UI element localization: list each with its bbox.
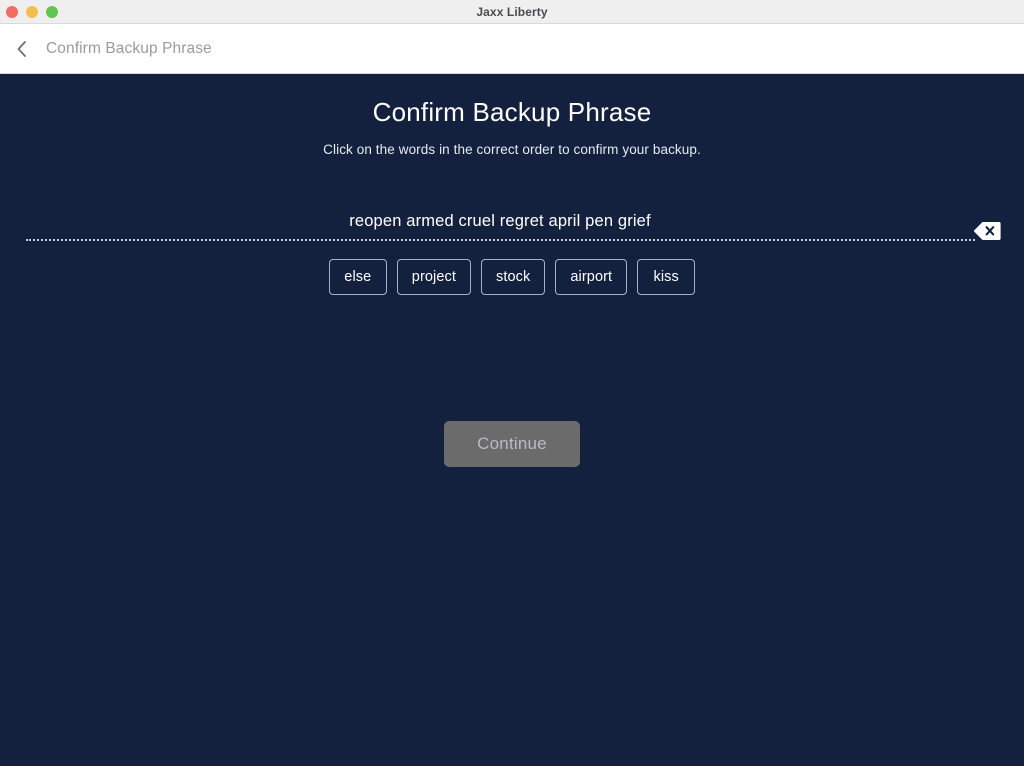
breadcrumb: Confirm Backup Phrase — [46, 39, 212, 57]
minimize-window-button[interactable] — [26, 5, 38, 18]
word-choice-button-3[interactable]: airport — [555, 259, 628, 295]
maximize-window-button[interactable] — [46, 5, 58, 18]
navigation-bar: Confirm Backup Phrase — [0, 24, 1024, 74]
phrase-input-row: reopen armed cruel regret april pen grie… — [0, 208, 1024, 244]
word-choice-button-1[interactable]: project — [396, 259, 472, 295]
word-choice-button-2[interactable]: stock — [481, 259, 546, 295]
phrase-input-value[interactable]: reopen armed cruel regret april pen grie… — [0, 208, 1024, 234]
page-subtitle: Click on the words in the correct order … — [323, 142, 701, 157]
chevron-left-icon[interactable] — [11, 38, 33, 60]
word-choice-button-0[interactable]: else — [328, 259, 387, 295]
backspace-delete-icon[interactable] — [973, 220, 1001, 242]
phrase-input-underline — [26, 239, 975, 241]
window-titlebar: Jaxx Liberty — [0, 0, 1024, 24]
word-choice-button-4[interactable]: kiss — [637, 259, 696, 295]
continue-button-container: Continue — [0, 421, 1024, 467]
continue-button[interactable]: Continue — [444, 421, 580, 467]
word-choice-list: else project stock airport kiss — [0, 259, 1024, 295]
close-window-button[interactable] — [6, 5, 18, 18]
window-title: Jaxx Liberty — [476, 4, 548, 19]
window-controls — [0, 5, 58, 18]
page-title: Confirm Backup Phrase — [372, 97, 652, 127]
main-content: Confirm Backup Phrase Click on the words… — [0, 74, 1024, 765]
